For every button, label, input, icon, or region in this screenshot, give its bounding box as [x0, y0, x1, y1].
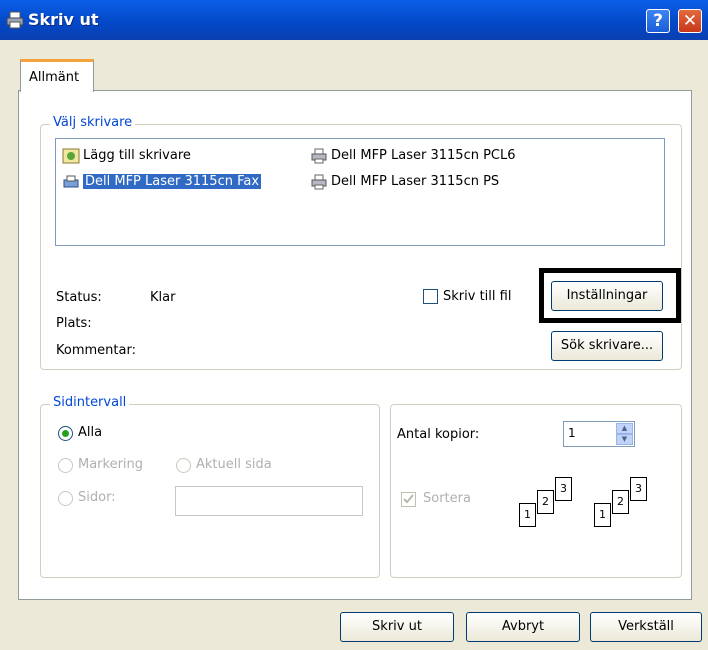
network-printer-icon [311, 148, 327, 163]
status-value: Klar [150, 290, 176, 305]
collate-page-3: 3 [555, 477, 572, 501]
radio-all[interactable] [58, 426, 73, 441]
list-item-label: Lägg till skrivare [83, 148, 191, 163]
copies-spinner[interactable]: 1 ▲ ▼ [563, 421, 635, 447]
find-printer-button[interactable]: Sök skrivare... [551, 331, 663, 361]
status-label: Status: [56, 290, 102, 305]
cancel-button[interactable]: Avbryt [466, 612, 580, 642]
window-title: Skriv ut [28, 10, 99, 29]
location-label: Plats: [56, 316, 92, 331]
list-item-label: Dell MFP Laser 3115cn PS [331, 174, 500, 189]
collate-page-2: 2 [612, 490, 629, 514]
collate-page-1: 1 [594, 503, 611, 527]
fax-printer-icon [63, 175, 79, 187]
list-item-printer-fax[interactable]: Dell MFP Laser 3115cn Fax [62, 172, 262, 192]
collate-page-2: 2 [537, 490, 554, 514]
help-button[interactable]: ? [646, 9, 670, 33]
pages-input[interactable] [175, 486, 363, 516]
close-button[interactable]: ✕ [678, 9, 702, 33]
printer-icon [6, 11, 24, 29]
radio-all-label: Alla [78, 425, 103, 440]
print-to-file-checkbox[interactable] [423, 289, 438, 304]
collate-checkbox[interactable] [401, 492, 416, 507]
add-printer-icon [62, 148, 80, 163]
copies-value: 1 [568, 426, 576, 440]
copies-label: Antal kopior: [397, 427, 480, 442]
print-to-file-label: Skriv till fil [443, 289, 512, 304]
radio-selection[interactable] [58, 458, 73, 473]
apply-button[interactable]: Verkställ [590, 612, 702, 642]
title-bar[interactable]: Skriv ut ? ✕ [0, 0, 708, 40]
spin-down-icon[interactable]: ▼ [616, 434, 633, 445]
radio-current-page-label: Aktuell sida [196, 457, 272, 472]
list-item-add-printer[interactable]: Lägg till skrivare [62, 146, 191, 166]
list-item-label: Dell MFP Laser 3115cn PCL6 [331, 148, 516, 163]
collate-page-3: 3 [630, 477, 647, 501]
list-item-printer-pcl6[interactable]: Dell MFP Laser 3115cn PCL6 [310, 146, 516, 166]
printer-list[interactable]: Lägg till skrivare Dell MFP Laser 3115cn… [55, 138, 665, 246]
tab-general[interactable]: Allmänt [20, 59, 94, 92]
print-button[interactable]: Skriv ut [340, 612, 454, 642]
network-printer-icon [311, 174, 327, 189]
comment-label: Kommentar: [56, 343, 136, 358]
radio-pages[interactable] [58, 491, 73, 506]
select-printer-legend: Välj skrivare [50, 115, 136, 130]
list-item-printer-ps[interactable]: Dell MFP Laser 3115cn PS [310, 172, 499, 192]
page-range-legend: Sidintervall [50, 395, 130, 410]
collate-label: Sortera [423, 491, 471, 506]
list-item-label: Dell MFP Laser 3115cn Fax [83, 174, 262, 189]
spin-up-icon[interactable]: ▲ [616, 423, 633, 434]
collate-page-1: 1 [519, 503, 536, 527]
radio-selected-dot [62, 430, 69, 437]
checkmark-icon [403, 494, 414, 504]
radio-current-page[interactable] [176, 458, 191, 473]
radio-pages-label: Sidor: [78, 490, 116, 505]
callout-highlight-box [539, 268, 681, 323]
radio-selection-label: Markering [78, 457, 144, 472]
